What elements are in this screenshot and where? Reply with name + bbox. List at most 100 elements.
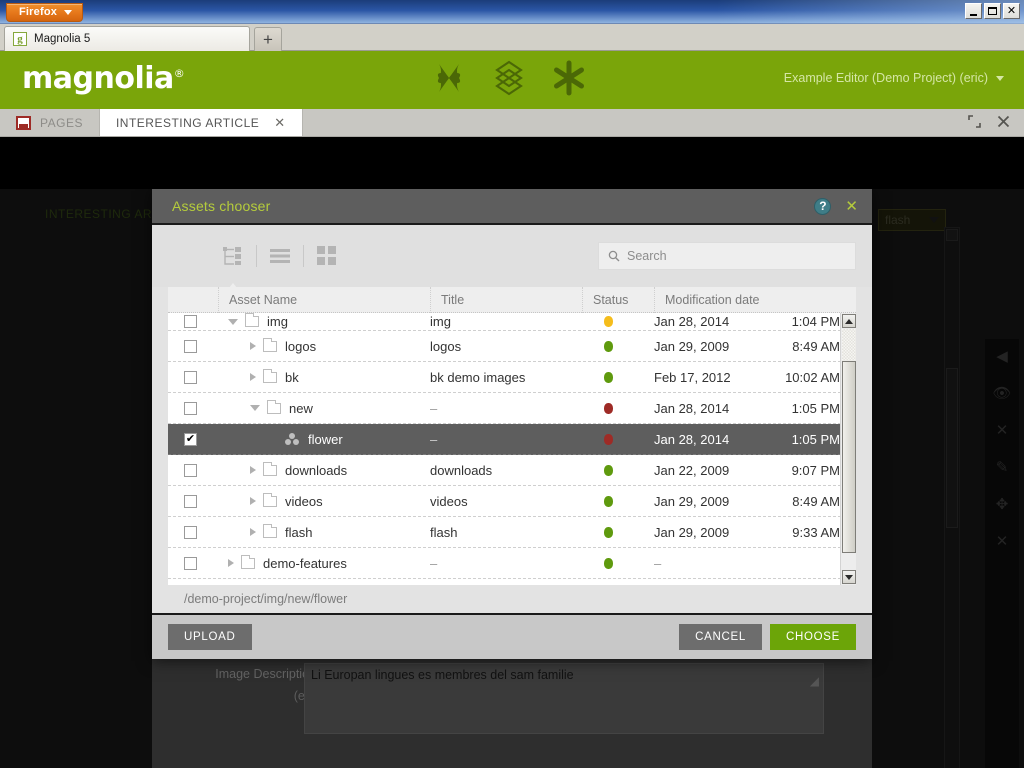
- thumbnail-view-icon: [317, 246, 336, 265]
- table-row[interactable]: demo-features – –: [168, 548, 856, 579]
- move-icon[interactable]: ✥: [996, 497, 1009, 512]
- upload-button[interactable]: UPLOAD: [168, 624, 252, 650]
- row-checkbox[interactable]: [184, 525, 197, 539]
- close-icon[interactable]: ✕: [274, 116, 285, 129]
- choose-button[interactable]: CHOOSE: [769, 624, 856, 650]
- thumbnail-view-button[interactable]: [304, 239, 350, 273]
- window-maximize-button[interactable]: [984, 3, 1001, 19]
- row-checkbox[interactable]: [184, 463, 197, 477]
- edit-icon[interactable]: ✎: [996, 460, 1009, 475]
- row-checkbox[interactable]: [184, 401, 197, 415]
- cancel-button[interactable]: CANCEL: [679, 624, 762, 650]
- modification-date-label: Jan 28, 2014: [654, 400, 730, 416]
- modification-time-label: 9:33 AM: [792, 524, 840, 540]
- row-checkbox[interactable]: [184, 556, 197, 570]
- preview-icon[interactable]: 👁: [992, 386, 1011, 401]
- tab-pages-label: PAGES: [40, 115, 83, 130]
- table-row[interactable]: videos videos Jan 29, 2009 8:49 AM: [168, 486, 856, 517]
- list-view-button[interactable]: [257, 239, 303, 273]
- modification-time-label: 1:05 PM: [791, 431, 840, 447]
- asset-name-cell: demo-features: [218, 548, 430, 578]
- chevron-right-icon[interactable]: [228, 559, 234, 567]
- scrollbar-thumb[interactable]: [842, 361, 856, 553]
- table-row[interactable]: flash flash Jan 29, 2009 9:33 AM: [168, 517, 856, 548]
- assets-icon[interactable]: [490, 59, 528, 97]
- column-header-asset-name[interactable]: Asset Name: [218, 286, 430, 313]
- chevron-right-icon[interactable]: [250, 342, 256, 350]
- folder-icon: [241, 554, 255, 569]
- scrollbar-thumb[interactable]: [946, 368, 958, 528]
- chevron-right-icon[interactable]: [250, 466, 256, 474]
- browser-tab[interactable]: g Magnolia 5: [4, 26, 250, 51]
- chevron-right-icon[interactable]: [250, 528, 256, 536]
- ghost-select[interactable]: flash: [878, 209, 946, 231]
- modification-date-label: Jan 29, 2009: [654, 338, 730, 354]
- folder-icon: [267, 399, 281, 414]
- close-icon[interactable]: ✕: [996, 423, 1009, 438]
- scroll-up-button[interactable]: [842, 314, 856, 328]
- scroll-down-button[interactable]: [842, 570, 856, 584]
- new-tab-button[interactable]: +: [254, 27, 282, 51]
- chevron-down-icon[interactable]: [228, 318, 238, 325]
- row-checkbox[interactable]: [184, 494, 197, 508]
- editor-scrollbar[interactable]: [944, 227, 960, 768]
- table-row[interactable]: logos logos Jan 29, 2009 8:49 AM: [168, 331, 856, 362]
- asterisk-icon[interactable]: [550, 59, 588, 97]
- asset-name-cell: new: [218, 393, 430, 423]
- table-row[interactable]: ✔ flower – Jan 28, 2014 1:05 PM: [168, 424, 856, 455]
- asset-name-cell: logos: [218, 331, 430, 361]
- dialog-titlebar-actions: ? ✕: [814, 197, 858, 215]
- column-header-status[interactable]: Status: [582, 286, 654, 313]
- modification-date-label: Feb 17, 2012: [654, 369, 731, 385]
- modification-date-cell: Jan 28, 2014 1:05 PM: [654, 393, 856, 423]
- user-menu[interactable]: Example Editor (Demo Project) (eric): [784, 71, 1004, 85]
- asset-title-cell: –: [430, 424, 582, 454]
- window-close-button[interactable]: ✕: [1003, 3, 1020, 19]
- chevron-down-icon[interactable]: [250, 405, 260, 411]
- row-checkbox[interactable]: [184, 370, 197, 384]
- delete-icon[interactable]: ✕: [996, 534, 1009, 549]
- scrollbar-track[interactable]: [842, 329, 856, 361]
- column-header-modification-date[interactable]: Modification date: [654, 286, 856, 313]
- row-checkbox[interactable]: [184, 339, 197, 353]
- chevron-right-icon[interactable]: [250, 497, 256, 505]
- maximize-icon[interactable]: [968, 115, 981, 130]
- close-icon[interactable]: ✕: [845, 199, 858, 214]
- search-input[interactable]: Search: [598, 242, 856, 270]
- table-header-row: Asset Name Title Status Modification dat…: [168, 286, 856, 313]
- firefox-app-button[interactable]: Firefox: [6, 3, 84, 22]
- asset-name-cell: bk: [218, 362, 430, 392]
- back-icon[interactable]: ◀: [996, 349, 1008, 364]
- magnolia-tabbar: PAGES INTERESTING ARTICLE ✕: [0, 109, 1024, 137]
- tree-view-button[interactable]: [210, 239, 256, 294]
- pulse-icon[interactable]: [430, 59, 468, 97]
- row-checkbox[interactable]: [184, 315, 197, 328]
- chevron-right-icon[interactable]: [250, 373, 256, 381]
- modification-date-cell: –: [654, 548, 856, 578]
- table-scrollbar[interactable]: [840, 313, 856, 585]
- scroll-up-icon[interactable]: [946, 229, 958, 241]
- folder-icon: [245, 313, 259, 327]
- help-icon[interactable]: ?: [814, 197, 832, 215]
- column-header-title[interactable]: Title: [430, 286, 582, 313]
- window-controls: ✕: [965, 3, 1020, 19]
- close-icon[interactable]: [997, 115, 1010, 130]
- table-row[interactable]: img img Jan 28, 2014 1:04 PM: [168, 313, 856, 331]
- chevron-down-icon: [845, 574, 853, 580]
- status-dot-icon: [604, 433, 613, 445]
- modification-time-label: 8:49 AM: [792, 493, 840, 509]
- asset-title-cell: videos: [430, 486, 582, 516]
- row-checkbox[interactable]: ✔: [184, 432, 197, 446]
- folder-icon: [263, 337, 277, 352]
- table-row[interactable]: bk bk demo images Feb 17, 2012 10:02 AM: [168, 362, 856, 393]
- magnolia-logo[interactable]: magnolia®: [22, 61, 185, 96]
- dialog-toolbar: Search: [152, 225, 872, 294]
- browser-tabstrip: g Magnolia 5 +: [0, 24, 1024, 51]
- sidebar-item-pages[interactable]: PAGES: [0, 109, 100, 136]
- tab-interesting-article[interactable]: INTERESTING ARTICLE ✕: [99, 109, 303, 136]
- table-row[interactable]: downloads downloads Jan 22, 2009 9:07 PM: [168, 455, 856, 486]
- table-row[interactable]: new – Jan 28, 2014 1:05 PM: [168, 393, 856, 424]
- asset-name-label: flash: [285, 524, 313, 540]
- window-minimize-button[interactable]: [965, 3, 982, 19]
- assets-grid: Asset Name Title Status Modification dat…: [168, 286, 856, 585]
